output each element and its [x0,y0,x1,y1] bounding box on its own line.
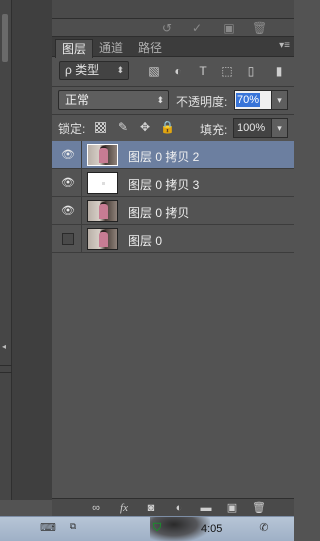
opacity-value[interactable]: 70% [236,93,261,107]
layer-thumbnail [87,200,118,222]
security-shield-icon[interactable]: ⛉ [150,521,164,535]
divider [81,169,82,197]
panel-menu-icon[interactable]: ▾≡ [279,40,290,51]
history-toolbar: ↺ ✓ ▣ 🗑 [52,19,294,37]
lock-all-icon[interactable]: 🔒 [160,120,175,134]
layer-name[interactable]: 图层 0 拷贝 [128,204,189,221]
panel-tabs: 图层 通道 路径 ▾≡ [52,37,294,58]
folder-icon[interactable]: ▬ [198,501,214,515]
divider [0,372,12,373]
scrollbar-thumb[interactable] [2,14,8,62]
tab-layers[interactable]: 图层 [55,39,94,58]
divider [81,141,82,169]
network-icon[interactable]: ✆ [257,521,271,535]
mask-icon[interactable]: ◙ [143,501,159,515]
fx-icon[interactable]: fx [116,501,132,515]
lock-row: 锁定: ✎ ✥ 🔒 填充: 100% ▾ [52,115,294,141]
keyboard-icon[interactable]: ⌨ [40,521,56,535]
layer-list: 👁 图层 0 拷贝 2 👁 图层 0 拷贝 3 👁 图层 0 拷贝 图层 0 [52,141,294,254]
pixel-filter-icon[interactable]: ▧ [146,63,162,79]
opacity-input[interactable]: 70% ▾ [234,90,288,110]
lock-label: 锁定: [58,122,86,136]
filter-kind-label: ρ 类型 [65,63,100,77]
left-scroll-strip[interactable]: ◂ [0,0,12,500]
eye-icon[interactable]: 👁 [60,148,76,162]
lock-transparent-icon[interactable] [95,122,106,133]
link-icon[interactable]: ∞ [88,501,104,515]
blend-mode-value: 正常 [65,93,90,107]
adjustment-filter-icon[interactable]: ◐ [170,63,186,79]
chevron-updown-icon: ⬍ [116,65,124,75]
layer-row[interactable]: 👁 图层 0 拷贝 [52,197,294,225]
undo-icon[interactable]: ↺ [160,21,174,35]
type-filter-icon[interactable]: T [195,63,211,79]
layer-filter-row: ρ 类型 ⬍ ▧ ◐ T ⬚ ▯ ▮ [52,58,294,86]
panel-top-strip [52,0,294,19]
shape-filter-icon[interactable]: ⬚ [219,63,235,79]
chevron-down-icon[interactable]: ▾ [271,91,287,109]
filter-toggle-icon[interactable]: ▮ [273,63,285,79]
layer-thumbnail [87,228,118,250]
trash-icon[interactable]: 🗑 [252,21,267,35]
layer-name[interactable]: 图层 0 [128,232,162,249]
fill-label: 填充: [200,123,228,137]
check-icon[interactable]: ✓ [190,21,204,35]
canvas-gutter [12,0,52,500]
lock-move-icon[interactable]: ✥ [138,120,152,134]
divider [81,225,82,253]
layer-name[interactable]: 图层 0 拷贝 3 [128,176,199,193]
lock-brush-icon[interactable]: ✎ [116,120,130,134]
smart-object-filter-icon[interactable]: ▯ [243,63,259,79]
eye-icon[interactable]: 👁 [60,204,76,218]
fill-input[interactable]: 100% ▾ [233,118,288,138]
adjustment-icon[interactable]: ◐ [171,501,187,515]
blend-mode-select[interactable]: 正常 ⬍ [58,90,169,110]
collapse-arrow-icon[interactable]: ◂ [2,342,6,351]
layers-bottom-toolbar: ∞ fx ◙ ◐ ▬ ▣ 🗑 [52,498,294,516]
taskbar: ⌨ ⧉ ⛉ 4:05 ✆ [0,516,294,541]
opacity-label: 不透明度: [176,95,228,109]
fill-value[interactable]: 100% [237,122,265,134]
layer-thumbnail [87,172,118,194]
layer-row[interactable]: 👁 图层 0 拷贝 3 [52,169,294,197]
divider [0,365,12,366]
visibility-checkbox[interactable] [62,233,74,245]
tab-paths[interactable]: 路径 [132,39,168,57]
chevron-down-icon[interactable]: ▾ [271,119,287,137]
window-icon[interactable]: ⧉ [66,519,80,533]
layer-name[interactable]: 图层 0 拷贝 2 [128,148,199,165]
new-layer-icon[interactable]: ▣ [224,501,240,515]
layer-row[interactable]: 图层 0 [52,225,294,253]
tab-channels[interactable]: 通道 [93,39,129,57]
trash-icon[interactable]: 🗑 [251,501,267,515]
new-snapshot-icon[interactable]: ▣ [222,21,236,35]
layer-row[interactable]: 👁 图层 0 拷贝 2 [52,141,294,169]
eye-icon[interactable]: 👁 [60,176,76,190]
layers-panel: 图层 通道 路径 ▾≡ ρ 类型 ⬍ ▧ ◐ T ⬚ ▯ ▮ 正常 ⬍ 不透明度… [52,37,294,500]
filter-kind-select[interactable]: ρ 类型 ⬍ [59,61,129,80]
chevron-updown-icon: ⬍ [156,95,164,105]
blend-row: 正常 ⬍ 不透明度: 70% ▾ [52,87,294,113]
clock-time[interactable]: 4:05 [201,523,222,535]
divider [81,197,82,225]
layer-thumbnail [87,144,118,166]
